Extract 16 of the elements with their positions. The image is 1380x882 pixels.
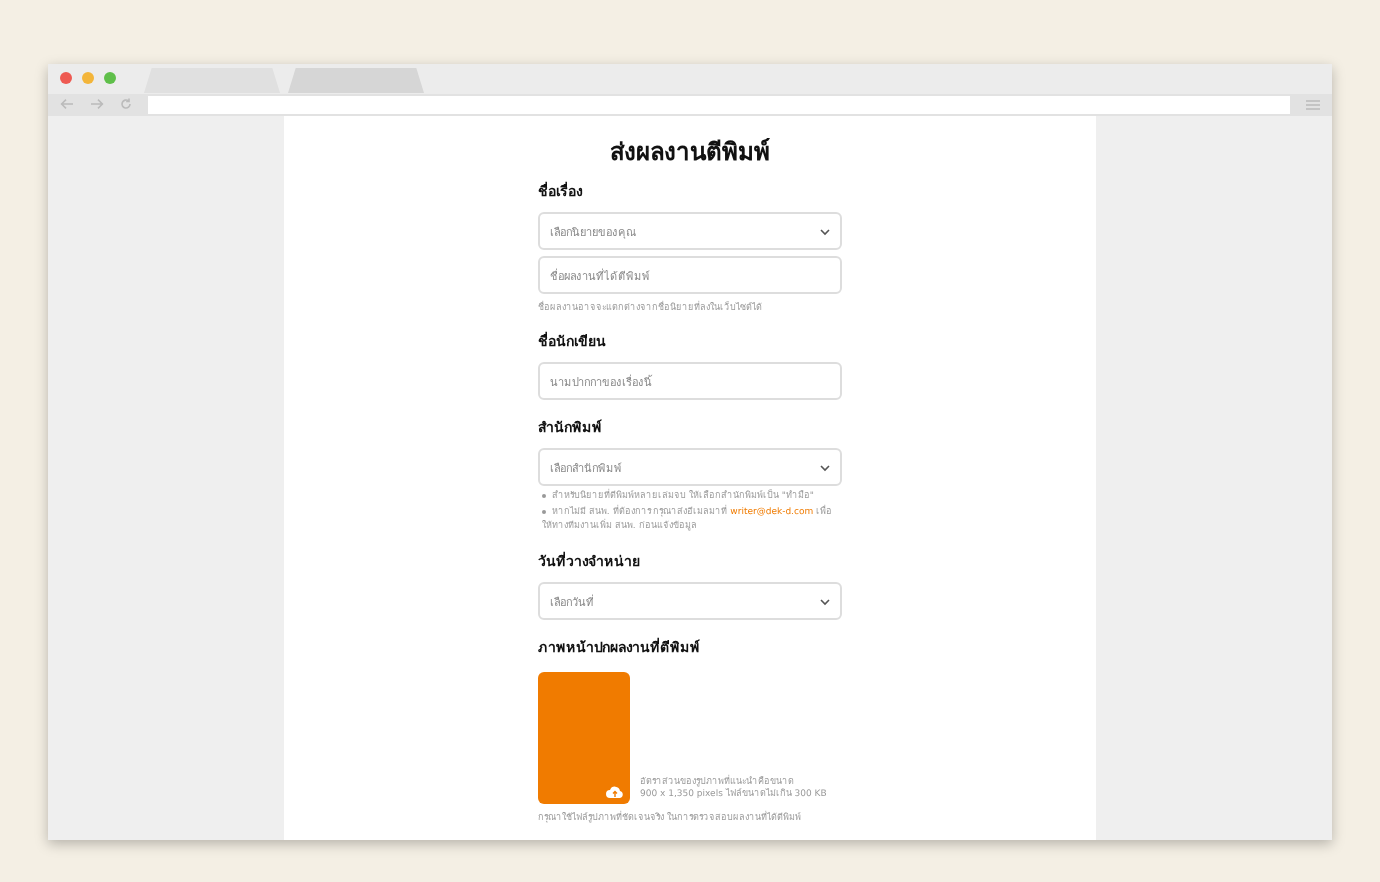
minimize-dot-icon[interactable] — [82, 72, 94, 85]
maximize-dot-icon[interactable] — [104, 72, 116, 85]
browser-tab[interactable] — [288, 67, 424, 93]
forward-arrow-icon[interactable] — [90, 98, 104, 111]
close-dot-icon[interactable] — [60, 72, 72, 85]
chevron-down-icon — [820, 227, 830, 236]
cover-upload-area[interactable] — [538, 672, 630, 804]
reload-icon[interactable] — [120, 98, 132, 111]
browser-tab[interactable] — [144, 67, 280, 93]
chevron-down-icon — [820, 463, 830, 472]
address-bar[interactable] — [148, 95, 1290, 114]
back-arrow-icon[interactable] — [60, 98, 74, 111]
page-title: ส่งผลงานตีพิมพ์ — [610, 136, 770, 171]
menu-icon[interactable] — [1306, 99, 1320, 110]
cloud-upload-icon — [606, 786, 624, 798]
chevron-down-icon — [820, 597, 830, 605]
